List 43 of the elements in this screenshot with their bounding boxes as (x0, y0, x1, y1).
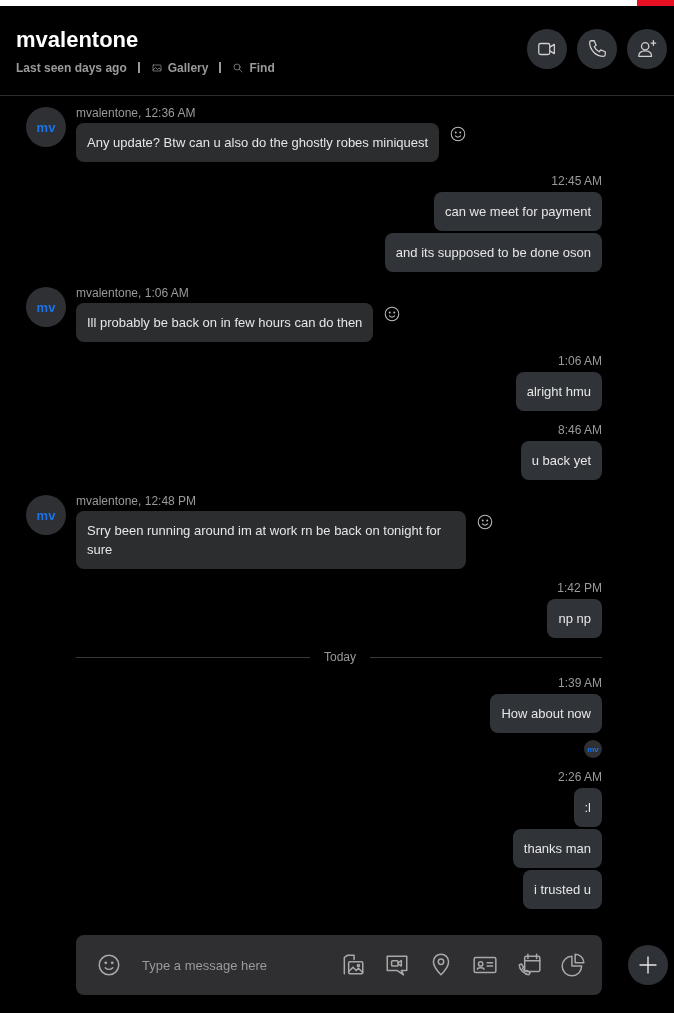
message-time: 1:42 PM (557, 581, 602, 595)
message-bubble[interactable]: u back yet (520, 441, 602, 480)
message-time: 1:06 AM (557, 354, 602, 368)
message-time: 2:26 AM (557, 770, 602, 784)
message-time: 12:45 AM (551, 174, 602, 188)
message-bubble[interactable]: alright hmu (515, 372, 602, 411)
reaction-smiley-icon (476, 513, 494, 531)
image-icon (150, 61, 163, 74)
video-call-button[interactable] (527, 28, 567, 69)
reaction-smiley-icon (449, 125, 468, 143)
add-button[interactable] (628, 945, 668, 985)
sender-time: mvalentone, 1:06 AM (76, 286, 190, 300)
add-person-icon (636, 37, 658, 60)
message-bubble[interactable]: Any update? Btw can u also do the ghostly robes miniquest (76, 123, 440, 162)
phone-calendar-icon (516, 952, 542, 978)
contact-name: mvalentone (16, 26, 140, 53)
sender-time: mvalentone, 12:36 AM (76, 106, 197, 120)
message-time: 1:39 AM (557, 676, 602, 690)
message-bubble[interactable]: thanks man (512, 829, 602, 868)
pie-chart-icon (560, 952, 586, 978)
message-bubble[interactable]: i trusted u (522, 870, 602, 909)
message-bubble[interactable]: How about now (490, 694, 602, 733)
message-bubble[interactable]: :l (573, 788, 602, 827)
add-person-button[interactable] (627, 28, 667, 69)
sender-time: mvalentone, 12:48 PM (76, 494, 198, 508)
emoji-icon (96, 952, 122, 978)
phone-icon (586, 37, 608, 60)
reaction-smiley-icon (383, 305, 402, 323)
message-time: 8:46 AM (557, 423, 602, 437)
message-bubble[interactable]: and its supposed to be done oson (384, 233, 602, 272)
plus-icon (636, 953, 660, 977)
message-bubble[interactable]: can we meet for payment (434, 192, 602, 231)
header-link[interactable]: Find (232, 60, 275, 75)
last-seen-status: Last seen days ago (16, 60, 127, 75)
call-button[interactable] (577, 28, 617, 69)
message-input[interactable]: Type a message here (140, 956, 332, 974)
message-bubble[interactable]: np np (547, 599, 602, 638)
message-bubble[interactable]: Srry been running around im at work rn be back on tonight for sure (76, 511, 466, 569)
date-divider: Today (323, 650, 356, 664)
header-link[interactable]: Gallery (150, 60, 209, 75)
search-icon (232, 61, 245, 74)
message-bubble[interactable]: Ill probably be back on in few hours can do then (76, 303, 374, 342)
read-receipt-avatar: mv (584, 740, 602, 758)
